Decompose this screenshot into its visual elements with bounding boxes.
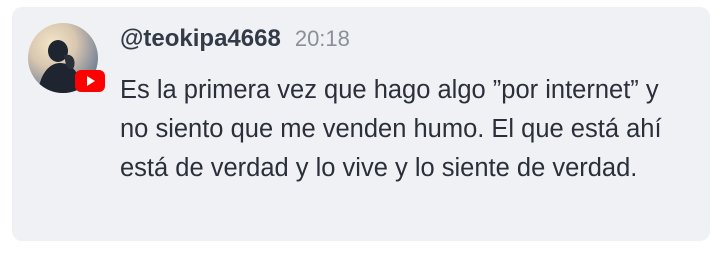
comment-meta: @teokipa4668 20:18 — [120, 25, 694, 61]
youtube-icon — [75, 70, 105, 92]
comment-card: @teokipa4668 20:18 Es la primera vez que… — [12, 7, 710, 241]
timestamp: 20:18 — [294, 26, 350, 51]
username[interactable]: @teokipa4668 — [120, 25, 281, 53]
comment-content: @teokipa4668 20:18 Es la primera vez que… — [120, 25, 694, 188]
comment-text: Es la primera vez que hago algo ”por int… — [120, 76, 662, 182]
avatar-container[interactable] — [28, 23, 105, 97]
